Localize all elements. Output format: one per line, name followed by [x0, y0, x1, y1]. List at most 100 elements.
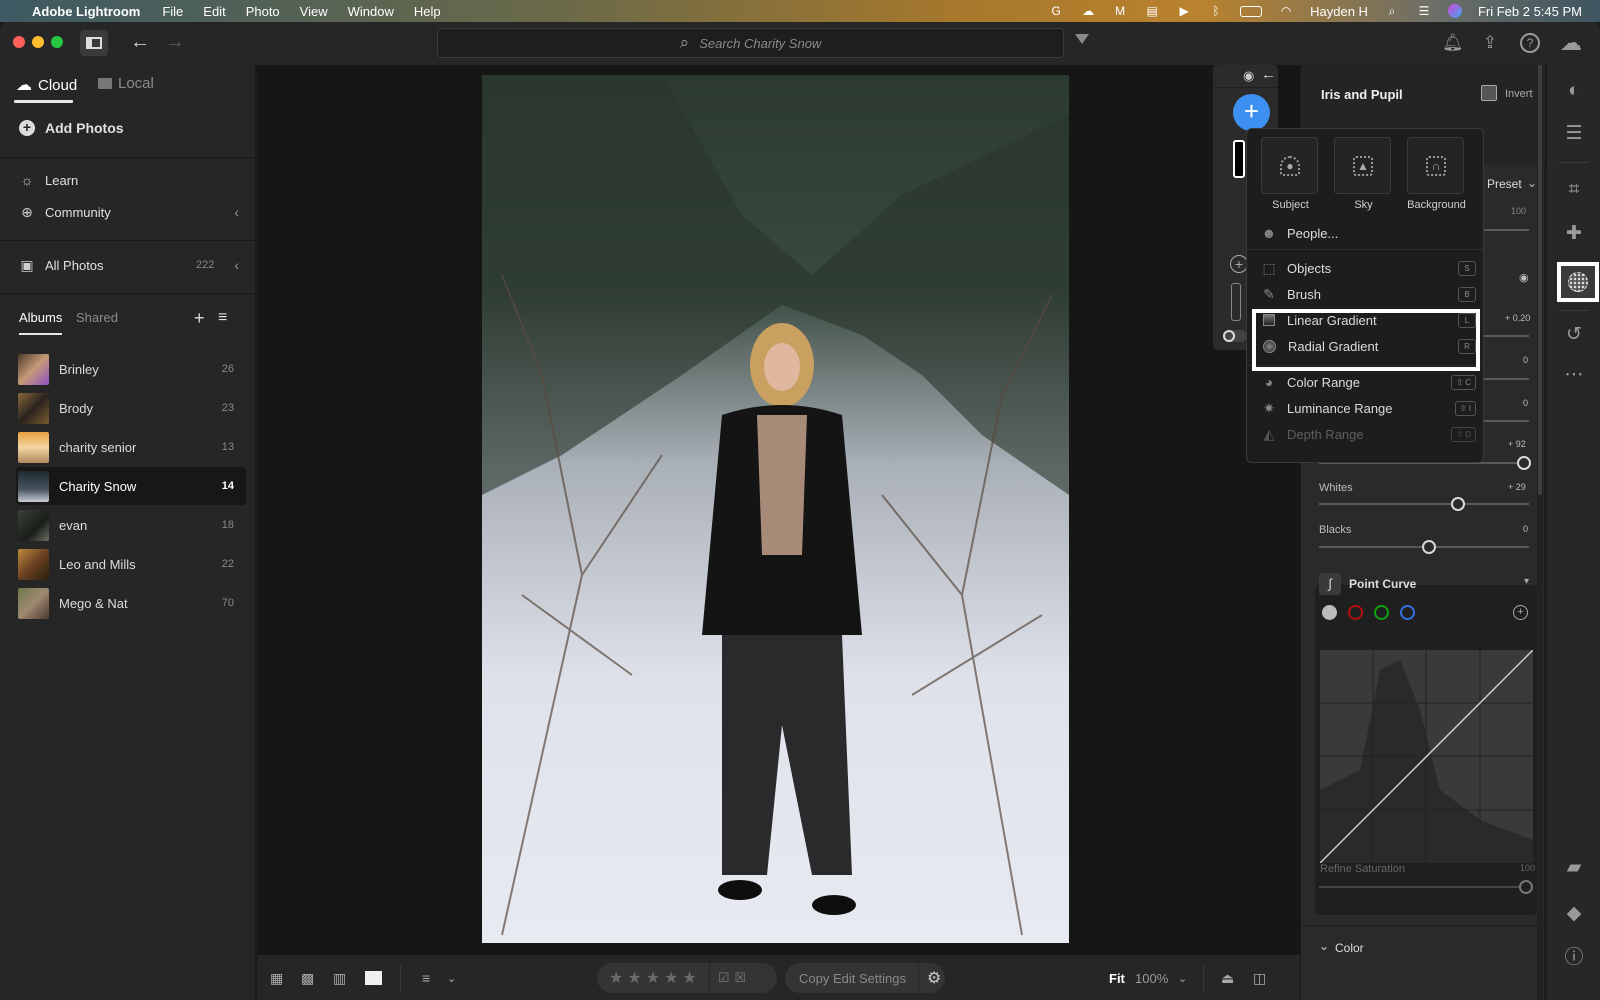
more-options-icon[interactable]: ⋯	[1561, 362, 1587, 388]
mask-name[interactable]: Iris and Pupil	[1321, 87, 1403, 102]
whites-slider-knob[interactable]	[1451, 497, 1465, 511]
sidebar-item-learn[interactable]: ☼ Learn	[19, 172, 239, 188]
forward-arrow-icon[interactable]: →	[165, 31, 185, 54]
menu-photo[interactable]: Photo	[246, 4, 280, 19]
background-mask-tile[interactable]: ∩	[1407, 137, 1464, 194]
menu-file[interactable]: File	[162, 4, 183, 19]
shadows-slider-knob[interactable]	[1517, 456, 1531, 470]
chevron-down-icon[interactable]: ⌄	[1178, 972, 1187, 985]
toggle-sidebar-button[interactable]	[80, 30, 108, 56]
menu-item-linear-gradient[interactable]: Linear Gradient L	[1261, 309, 1476, 331]
chevron-down-icon[interactable]: ⌄	[1527, 176, 1537, 190]
red-channel-button[interactable]	[1348, 605, 1363, 620]
chevron-down-icon[interactable]: ⌄	[1319, 939, 1329, 953]
photo-preview[interactable]	[482, 75, 1069, 943]
tab-cloud[interactable]: ☁ Cloud	[16, 75, 77, 95]
preset-dropdown[interactable]: Preset	[1487, 177, 1522, 191]
control-center-icon[interactable]: ☰	[1416, 4, 1432, 18]
crop-icon[interactable]: ⌗	[1561, 177, 1587, 203]
clock[interactable]: Fri Feb 2 5:45 PM	[1478, 4, 1582, 19]
wifi-icon[interactable]: ◠	[1278, 4, 1294, 18]
rgb-channel-button[interactable]	[1322, 605, 1337, 620]
menu-item-luminance-range[interactable]: ✷ Luminance Range ⇧ I	[1261, 397, 1476, 419]
sidebar-item-all-photos[interactable]: ▣ All Photos 222 ‹	[19, 257, 239, 273]
battery-icon[interactable]	[1240, 5, 1263, 17]
tab-shared[interactable]: Shared	[76, 310, 118, 325]
filter-icon[interactable]	[1075, 34, 1089, 44]
back-arrow-icon[interactable]: ←	[130, 31, 150, 54]
menu-item-color-range[interactable]: ◕ Color Range ⇧ C	[1261, 371, 1476, 393]
create-new-mask-button[interactable]: +	[1233, 94, 1270, 131]
menu-edit[interactable]: Edit	[203, 4, 225, 19]
masking-tool-button[interactable]	[1557, 262, 1599, 302]
star-rating[interactable]: ★★★★★	[609, 968, 701, 988]
flag-reject-icon[interactable]: ☒	[734, 970, 746, 986]
collapse-arrow-icon[interactable]: ←	[1261, 66, 1276, 83]
invert-icon[interactable]	[1481, 85, 1497, 101]
siri-icon[interactable]	[1447, 4, 1462, 18]
invert-label[interactable]: Invert	[1505, 88, 1533, 100]
album-item-selected[interactable]: Charity Snow 14	[16, 467, 246, 505]
target-adjust-icon[interactable]: +	[1513, 605, 1528, 620]
creative-cloud-icon[interactable]: ☁	[1080, 4, 1096, 18]
history-icon[interactable]: ↺	[1561, 322, 1587, 348]
menu-window[interactable]: Window	[348, 4, 394, 19]
gear-icon[interactable]: ⚙	[927, 968, 941, 988]
menu-item-objects[interactable]: ⬚ Objects S	[1261, 257, 1476, 279]
healing-icon[interactable]: ✚	[1561, 221, 1587, 247]
menu-help[interactable]: Help	[414, 4, 441, 19]
grammarly-icon[interactable]: G	[1048, 4, 1064, 18]
malwarebytes-icon[interactable]: M	[1112, 4, 1128, 18]
album-item[interactable]: Mego & Nat 70	[16, 584, 246, 622]
minimize-window-button[interactable]	[32, 36, 44, 48]
help-icon[interactable]: ?	[1520, 33, 1540, 53]
chevron-left-icon[interactable]: ‹	[234, 257, 239, 273]
share-icon[interactable]: ⇪	[1480, 33, 1500, 53]
refine-saturation-slider[interactable]	[1319, 880, 1533, 894]
mask-thumbnail[interactable]	[1231, 283, 1241, 321]
curve-graph[interactable]	[1320, 650, 1533, 863]
before-after-icon[interactable]: ◫	[1253, 970, 1266, 987]
refine-saturation-knob[interactable]	[1519, 880, 1533, 894]
menu-item-radial-gradient[interactable]: Radial Gradient R	[1261, 335, 1476, 357]
fit-zoom-button[interactable]: Fit	[1109, 971, 1125, 986]
color-section-header[interactable]: Color	[1335, 941, 1364, 955]
album-item[interactable]: Leo and Mills 22	[16, 545, 246, 583]
bluetooth-icon[interactable]: ᛒ	[1208, 4, 1224, 18]
tab-albums[interactable]: Albums	[19, 310, 62, 325]
sort-icon[interactable]: ≡	[422, 970, 430, 986]
bell-icon[interactable]: 🔔︎	[1442, 33, 1464, 53]
close-window-button[interactable]	[13, 36, 25, 48]
cloud-sync-icon[interactable]: ☁	[1558, 32, 1584, 54]
copy-edit-settings-button[interactable]: Copy Edit Settings	[799, 971, 906, 986]
overlay-toggle[interactable]	[1223, 330, 1247, 342]
mask-thumbnail[interactable]	[1233, 140, 1245, 178]
chevron-left-icon[interactable]: ‹	[234, 204, 239, 220]
app-menu[interactable]: Adobe Lightroom	[32, 4, 140, 19]
album-item[interactable]: evan 18	[16, 506, 246, 544]
subject-mask-tile[interactable]: ●	[1261, 137, 1318, 194]
menu-item-brush[interactable]: ✎ Brush B	[1261, 283, 1476, 305]
eye-icon[interactable]: ◉	[1519, 271, 1529, 284]
compare-view-icon[interactable]: ▥	[333, 970, 346, 987]
add-album-icon[interactable]: +	[194, 308, 205, 329]
chevron-down-icon[interactable]: ⌄	[447, 972, 456, 985]
add-photos-button[interactable]: + Add Photos	[19, 120, 239, 136]
drive-icon[interactable]: ▤	[1144, 4, 1160, 18]
menu-item-people[interactable]: ☻ People...	[1261, 222, 1476, 244]
flag-pick-icon[interactable]: ☑	[718, 970, 730, 986]
eye-icon[interactable]: ◉	[1243, 68, 1254, 84]
tag-icon[interactable]: ◆	[1561, 901, 1587, 927]
album-item[interactable]: charity senior 13	[16, 428, 246, 466]
blacks-slider-knob[interactable]	[1422, 540, 1436, 554]
detail-view-icon[interactable]	[365, 971, 382, 985]
search-input[interactable]: ⌕ Search Charity Snow	[437, 28, 1064, 58]
blacks-slider[interactable]	[1319, 540, 1529, 554]
menu-view[interactable]: View	[300, 4, 328, 19]
filmstrip-icon[interactable]: ⏏	[1221, 970, 1234, 987]
sky-mask-tile[interactable]: ▲	[1334, 137, 1391, 194]
user-name[interactable]: Hayden H	[1310, 4, 1368, 19]
album-item[interactable]: Brody 23	[16, 389, 246, 427]
spotlight-icon[interactable]: ⌕	[1384, 4, 1400, 18]
sidebar-item-community[interactable]: ⊕ Community ‹	[19, 204, 239, 220]
